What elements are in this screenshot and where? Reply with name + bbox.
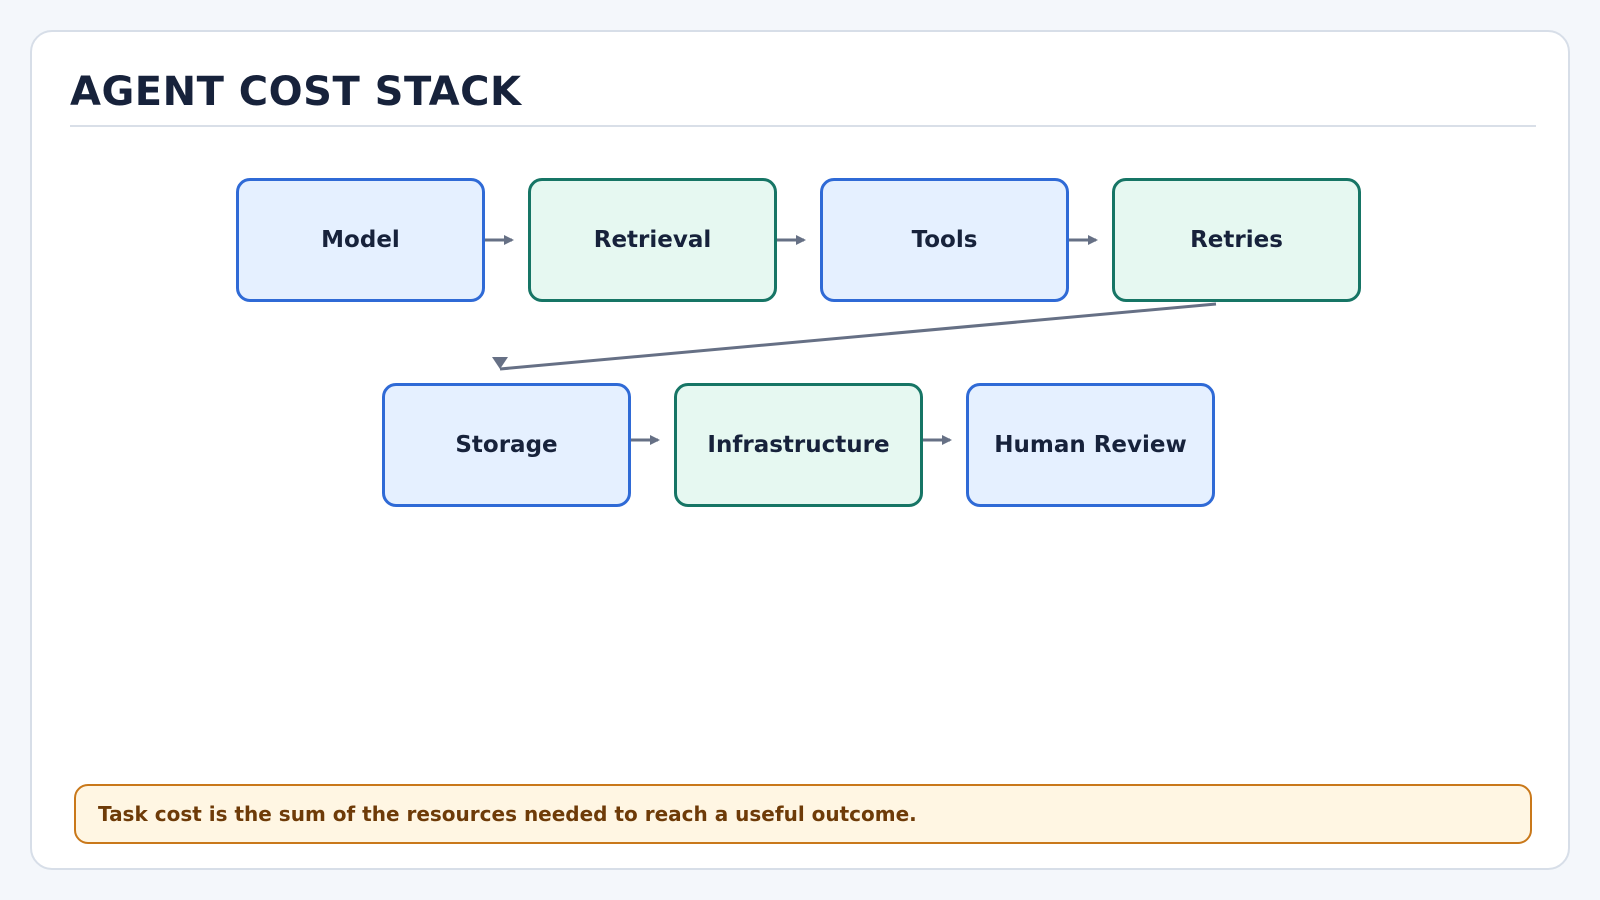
node-tools: Tools [820,178,1069,302]
node-retrieval-label: Retrieval [593,227,712,253]
summary-note: Task cost is the sum of the resources ne… [74,784,1532,844]
summary-note-text: Task cost is the sum of the resources ne… [98,802,917,826]
node-tools-label: Tools [911,227,978,253]
arrow-retries-to-storage-head [492,357,508,369]
node-human-review: Human Review [966,383,1215,507]
node-retrieval: Retrieval [528,178,777,302]
title-divider [70,125,1536,127]
node-infrastructure: Infrastructure [674,383,923,507]
node-model: Model [236,178,485,302]
node-storage-label: Storage [455,432,558,458]
node-model-label: Model [321,227,400,253]
node-human-review-label: Human Review [994,432,1187,458]
node-storage: Storage [382,383,631,507]
arrow-retries-to-storage [499,302,1217,371]
node-infrastructure-label: Infrastructure [707,432,890,458]
diagram-card: AGENT COST STACK Model Retrieval Tools R… [30,30,1570,870]
node-retries-label: Retries [1190,227,1283,253]
node-retries: Retries [1112,178,1361,302]
page-title: AGENT COST STACK [70,69,522,115]
